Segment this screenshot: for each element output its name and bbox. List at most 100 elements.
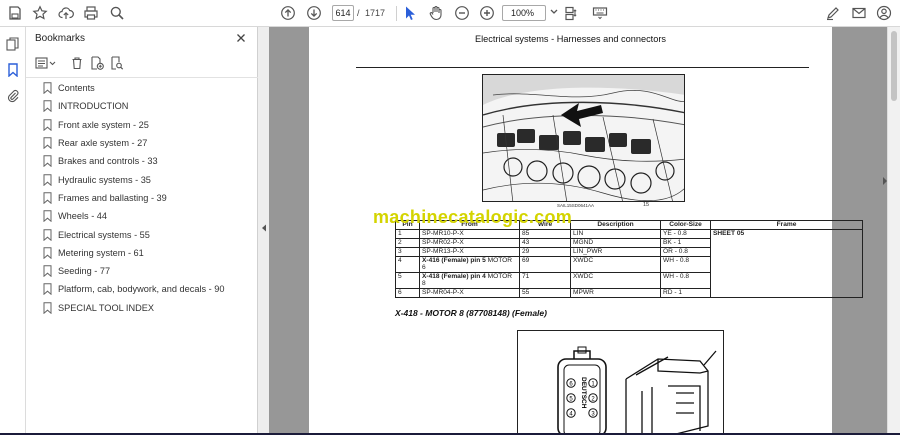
zoom-in-icon[interactable] — [477, 3, 497, 23]
panel-divider — [26, 77, 258, 78]
top-toolbar: 614 / 1717 100% — [0, 0, 900, 27]
share-mail-icon[interactable] — [849, 3, 869, 23]
keyboard-icon[interactable] — [590, 3, 610, 23]
cell-from: SP-MR13-P-X — [419, 247, 520, 257]
bookmark-item-wheels[interactable]: Wheels - 44 — [43, 207, 253, 225]
bookmark-label: Brakes and controls - 33 — [58, 156, 158, 167]
print-icon[interactable] — [81, 3, 101, 23]
bookmark-icon — [43, 247, 52, 259]
bookmark-item-platform[interactable]: Platform, cab, bodywork, and decals - 90 — [43, 280, 253, 298]
cell-wire: 69 — [519, 256, 571, 273]
page-total: 1717 — [365, 8, 386, 18]
save-icon[interactable] — [5, 3, 25, 23]
cell-description: MGND — [570, 238, 661, 248]
sign-pen-icon[interactable] — [823, 3, 843, 23]
delete-bookmark-icon[interactable] — [69, 55, 85, 71]
cell-pin: 5 — [395, 272, 420, 289]
connector-section-title: X-418 - MOTOR 8 (87708148) (Female) — [395, 308, 547, 318]
account-icon[interactable] — [874, 3, 894, 23]
cell-wire: 71 — [519, 272, 571, 289]
figure-number: 15 — [643, 202, 650, 208]
col-header-frame: Frame — [710, 220, 863, 230]
page-number-input[interactable]: 614 — [332, 5, 354, 21]
cell-pin: 1 — [395, 229, 420, 239]
page-thumbnails-icon[interactable] — [5, 36, 21, 52]
add-bookmark-icon[interactable] — [89, 55, 105, 71]
next-page-icon[interactable] — [304, 3, 324, 23]
bookmark-item-frames[interactable]: Frames and ballasting - 39 — [43, 189, 253, 207]
bookmark-item-contents[interactable]: Contents — [43, 79, 253, 97]
bookmark-icon — [43, 119, 52, 131]
bookmark-item-metering[interactable]: Metering system - 61 — [43, 244, 253, 262]
navigation-rail — [0, 27, 26, 435]
bookmark-icon — [43, 265, 52, 278]
cell-pin: 6 — [395, 288, 420, 298]
cell-wire: 43 — [519, 238, 571, 248]
upload-cloud-icon[interactable] — [56, 3, 76, 23]
find-bookmark-icon[interactable] — [109, 55, 125, 71]
bookmark-item-seeding[interactable]: Seeding - 77 — [43, 262, 253, 280]
toolbar-divider — [396, 6, 397, 21]
bookmark-icon — [43, 283, 52, 296]
cell-wire: 29 — [519, 247, 571, 257]
cell-color-size: RD - 1 — [660, 288, 711, 298]
bookmark-options-icon[interactable] — [35, 55, 57, 71]
cell-description: LIN — [570, 229, 661, 239]
close-icon[interactable] — [234, 31, 248, 45]
col-header-color-size: Color-Size — [660, 220, 711, 230]
bookmark-icon — [43, 210, 52, 223]
bookmark-item-introduction[interactable]: INTRODUCTION — [43, 97, 253, 115]
connector-drawing: 6 5 4 1 2 3 DEUTSCH — [517, 330, 724, 435]
cell-description: XWDC — [570, 256, 661, 273]
bookmark-icon — [43, 100, 52, 113]
bookmark-label: Rear axle system - 27 — [58, 138, 148, 149]
bookmark-label: Metering system - 61 — [58, 247, 144, 258]
bookmark-label: Electrical systems - 55 — [58, 229, 150, 240]
hand-tool-icon[interactable] — [426, 3, 446, 23]
bookmark-item-special-tool[interactable]: SPECIAL TOOL INDEX — [43, 299, 253, 317]
heading-rule — [356, 67, 809, 68]
bookmark-icon — [43, 173, 52, 186]
star-icon[interactable] — [30, 3, 50, 23]
bookmark-label: Contents — [58, 83, 95, 94]
bookmark-item-front-axle[interactable]: Front axle system - 25 — [43, 116, 253, 134]
bookmark-icon — [43, 155, 52, 168]
zoom-level-select[interactable]: 100% — [502, 5, 546, 21]
scrollbar-thumb[interactable] — [891, 31, 897, 101]
cell-pin: 3 — [395, 247, 420, 257]
vertical-scrollbar[interactable] — [887, 27, 900, 435]
bookmarks-panel: Bookmarks Contents INTRODUCTION Front ax… — [26, 27, 258, 435]
collapse-panel-icon[interactable] — [261, 224, 267, 232]
pdf-page: Electrical systems - Harnesses and conne… — [309, 27, 863, 435]
document-viewport: Electrical systems - Harnesses and conne… — [269, 27, 887, 435]
bookmark-icon — [43, 82, 52, 95]
from-connector-bold: X-416 (Female) pin 5 — [422, 257, 486, 264]
chevron-down-icon[interactable] — [549, 6, 559, 18]
bookmark-item-hydraulic[interactable]: Hydraulic systems - 35 — [43, 170, 253, 188]
cell-pin: 4 — [395, 256, 420, 273]
bookmark-label: Platform, cab, bodywork, and decals - 90 — [58, 284, 225, 295]
attachments-icon[interactable] — [5, 88, 21, 104]
cell-frame: SHEET 05 — [710, 229, 863, 298]
bookmark-item-electrical[interactable]: Electrical systems - 55 — [43, 225, 253, 243]
bookmark-item-rear-axle[interactable]: Rear axle system - 27 — [43, 134, 253, 152]
bookmarks-panel-icon[interactable] — [5, 62, 21, 78]
panel-title: Bookmarks — [35, 33, 86, 44]
search-icon[interactable] — [107, 3, 127, 23]
cell-from: SP-MR10-P-X — [419, 229, 520, 239]
bookmark-label: Seeding - 77 — [58, 266, 111, 277]
bookmark-label: Wheels - 44 — [58, 211, 108, 222]
cell-description: LIN_PWR — [570, 247, 661, 257]
table-row: 1 SP-MR10-P-X 85 LIN YE - 0.8 SHEET 05 — [395, 229, 863, 298]
cell-color-size: WH - 0.8 — [660, 256, 711, 273]
page-fit-icon[interactable] — [561, 3, 581, 23]
select-cursor-icon[interactable] — [400, 3, 420, 23]
cell-wire: 55 — [519, 288, 571, 298]
zoom-out-icon[interactable] — [452, 3, 472, 23]
previous-page-icon[interactable] — [278, 3, 298, 23]
cell-color-size: WH - 0.8 — [660, 272, 711, 289]
cell-pin: 2 — [395, 238, 420, 248]
cell-from: SP-MR02-P-X — [419, 238, 520, 248]
bookmark-item-brakes[interactable]: Brakes and controls - 33 — [43, 152, 253, 170]
cell-from: SP-MR04-P-X — [419, 288, 520, 298]
